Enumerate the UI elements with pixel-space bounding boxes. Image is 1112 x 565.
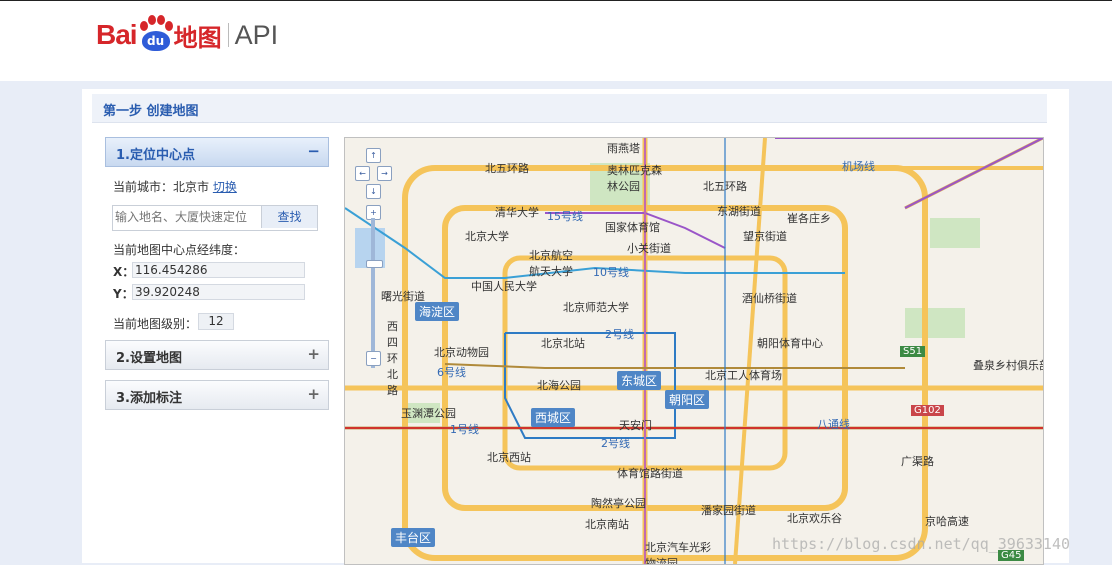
map-label: 2号线 <box>605 328 634 341</box>
map-label: 北京西站 <box>487 451 531 464</box>
map-label: 小关街道 <box>627 242 671 255</box>
map-label: 雨燕塔 <box>607 142 640 155</box>
map-label: 京哈高速 <box>925 515 969 528</box>
map-label: 2号线 <box>601 437 630 450</box>
expand-icon[interactable]: + <box>307 345 320 363</box>
map-label: 北京工人体育场 <box>705 369 782 382</box>
map-label: 北京欢乐谷 <box>787 512 842 525</box>
map-label: 西四环北路 <box>387 320 398 397</box>
map-label: 北京大学 <box>465 230 509 243</box>
map-label: 天安门 <box>619 419 652 432</box>
map-label: 广渠路 <box>901 455 934 468</box>
map-label: 15号线 <box>547 210 583 223</box>
pan-right-button[interactable]: → <box>377 166 392 181</box>
road-badge: S51 <box>900 346 926 357</box>
step-title: 第一步 创建地图 <box>103 104 199 119</box>
logo-map-text: 地图 <box>173 23 222 52</box>
map-canvas[interactable]: ↑ ← → ↓ + − 海淀区 东城区 朝阳区 西城区 丰台区 北五环路 雨燕塔… <box>344 137 1044 565</box>
collapse-icon[interactable]: − <box>307 142 320 160</box>
district-label[interactable]: 丰台区 <box>391 528 436 547</box>
map-label: 清华大学 <box>495 206 539 219</box>
map-label: 10号线 <box>593 266 629 279</box>
map-label: 曙光街道 <box>381 290 425 303</box>
main-content: 第一步 创建地图 1.定位中心点 − 当前城市：北京市 切换 查找 当前地图中心… <box>82 89 1069 565</box>
x-coordinate-field[interactable]: 116.454286 <box>132 262 305 278</box>
pan-up-button[interactable]: ↑ <box>366 148 381 163</box>
map-label: 崔各庄乡 <box>787 212 831 225</box>
zoom-level-value[interactable]: 12 <box>198 313 234 330</box>
y-coordinate-field[interactable]: 39.920248 <box>132 284 305 300</box>
switch-city-link[interactable]: 切换 <box>213 180 237 194</box>
map-label: 6号线 <box>437 366 466 379</box>
y-label: Y： <box>113 287 134 301</box>
map-label: 北京南站 <box>585 518 629 531</box>
map-label: 潘家园街道 <box>701 504 756 517</box>
search-input[interactable] <box>113 206 261 228</box>
panel-locate-center[interactable]: 1.定位中心点 − <box>105 137 329 167</box>
watermark-text: https://blog.csdn.net/qq_39633140 <box>772 535 1071 553</box>
map-label: 北京航空航天大学 <box>529 249 573 278</box>
zoom-out-button[interactable]: − <box>366 351 381 366</box>
map-label: 北京北站 <box>541 337 585 350</box>
map-label: 叠泉乡村俱乐部 <box>973 359 1044 372</box>
map-label: 北京师范大学 <box>563 301 629 314</box>
top-header: Bai du 地图 API <box>0 0 1112 81</box>
map-label: 奥林匹克森林公园 <box>607 164 662 193</box>
map-label: 八通线 <box>817 418 850 431</box>
map-label: 望京街道 <box>743 230 787 243</box>
coord-title: 当前地图中心点经纬度： <box>113 243 246 257</box>
zoom-slider-handle[interactable] <box>366 260 383 268</box>
location-search: 查找 <box>112 205 318 231</box>
map-label: 北五环路 <box>485 162 529 175</box>
map-label: 1号线 <box>450 423 479 436</box>
city-label: 当前城市：北京市 <box>113 180 210 194</box>
expand-icon[interactable]: + <box>307 385 320 403</box>
map-label: 北海公园 <box>537 379 581 392</box>
current-city: 当前城市：北京市 切换 <box>113 178 237 195</box>
search-button[interactable]: 查找 <box>261 206 317 228</box>
map-label: 北京汽车光彩物流园 <box>645 541 711 565</box>
map-label: 国家体育馆 <box>605 221 660 234</box>
district-label[interactable]: 西城区 <box>531 408 576 427</box>
map-label: 陶然亭公园 <box>591 497 646 510</box>
zoom-level-label: 当前地图级别： <box>113 317 198 331</box>
map-label: 北京动物园 <box>434 346 489 359</box>
baidu-map-api-logo[interactable]: Bai du 地图 API <box>96 15 278 55</box>
map-label: 酒仙桥街道 <box>742 292 797 305</box>
pan-down-button[interactable]: ↓ <box>366 184 381 199</box>
panel-add-marker[interactable]: 3.添加标注 + <box>105 380 329 410</box>
logo-du-text: du <box>141 31 170 51</box>
map-label: 机场线 <box>842 160 875 173</box>
pan-left-button[interactable]: ← <box>355 166 370 181</box>
map-label: 北五环路 <box>703 180 747 193</box>
district-label[interactable]: 海淀区 <box>415 302 460 321</box>
paw-icon: du <box>138 15 173 55</box>
district-label[interactable]: 朝阳区 <box>665 390 710 409</box>
logo-bai-text: Bai <box>96 19 138 50</box>
map-label: 东湖街道 <box>717 205 761 218</box>
zoom-slider-track[interactable] <box>371 218 375 368</box>
logo-api-text: API <box>234 19 279 50</box>
panel-map-settings[interactable]: 2.设置地图 + <box>105 340 329 370</box>
logo-divider <box>227 23 229 47</box>
map-label: 玉渊潭公园 <box>401 407 456 420</box>
panel-title: 2.设置地图 <box>116 351 182 366</box>
panel-title: 1.定位中心点 <box>116 148 195 163</box>
district-label[interactable]: 东城区 <box>617 371 662 390</box>
road-badge: G102 <box>911 405 944 416</box>
panel-title: 3.添加标注 <box>116 391 182 406</box>
map-label: 朝阳体育中心 <box>757 337 823 350</box>
step-header: 第一步 创建地图 <box>92 94 1047 123</box>
map-label: 中国人民大学 <box>471 280 537 293</box>
map-label: 体育馆路街道 <box>617 467 683 480</box>
